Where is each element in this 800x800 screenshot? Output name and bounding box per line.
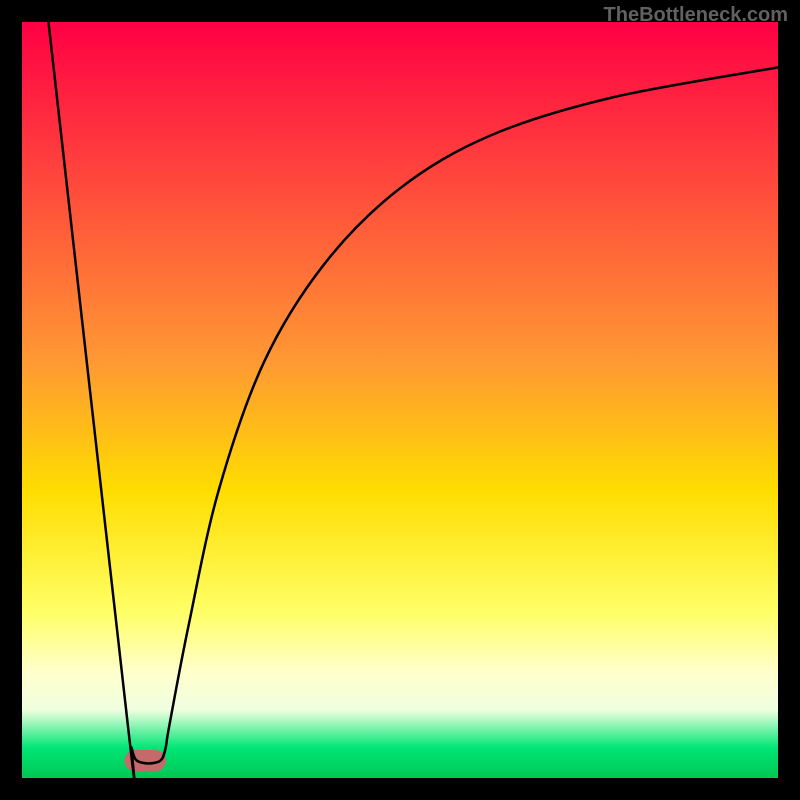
chart-area	[22, 22, 778, 778]
watermark-text: TheBottleneck.com	[604, 4, 788, 27]
chart-svg	[22, 22, 778, 778]
gradient-background	[22, 22, 778, 778]
